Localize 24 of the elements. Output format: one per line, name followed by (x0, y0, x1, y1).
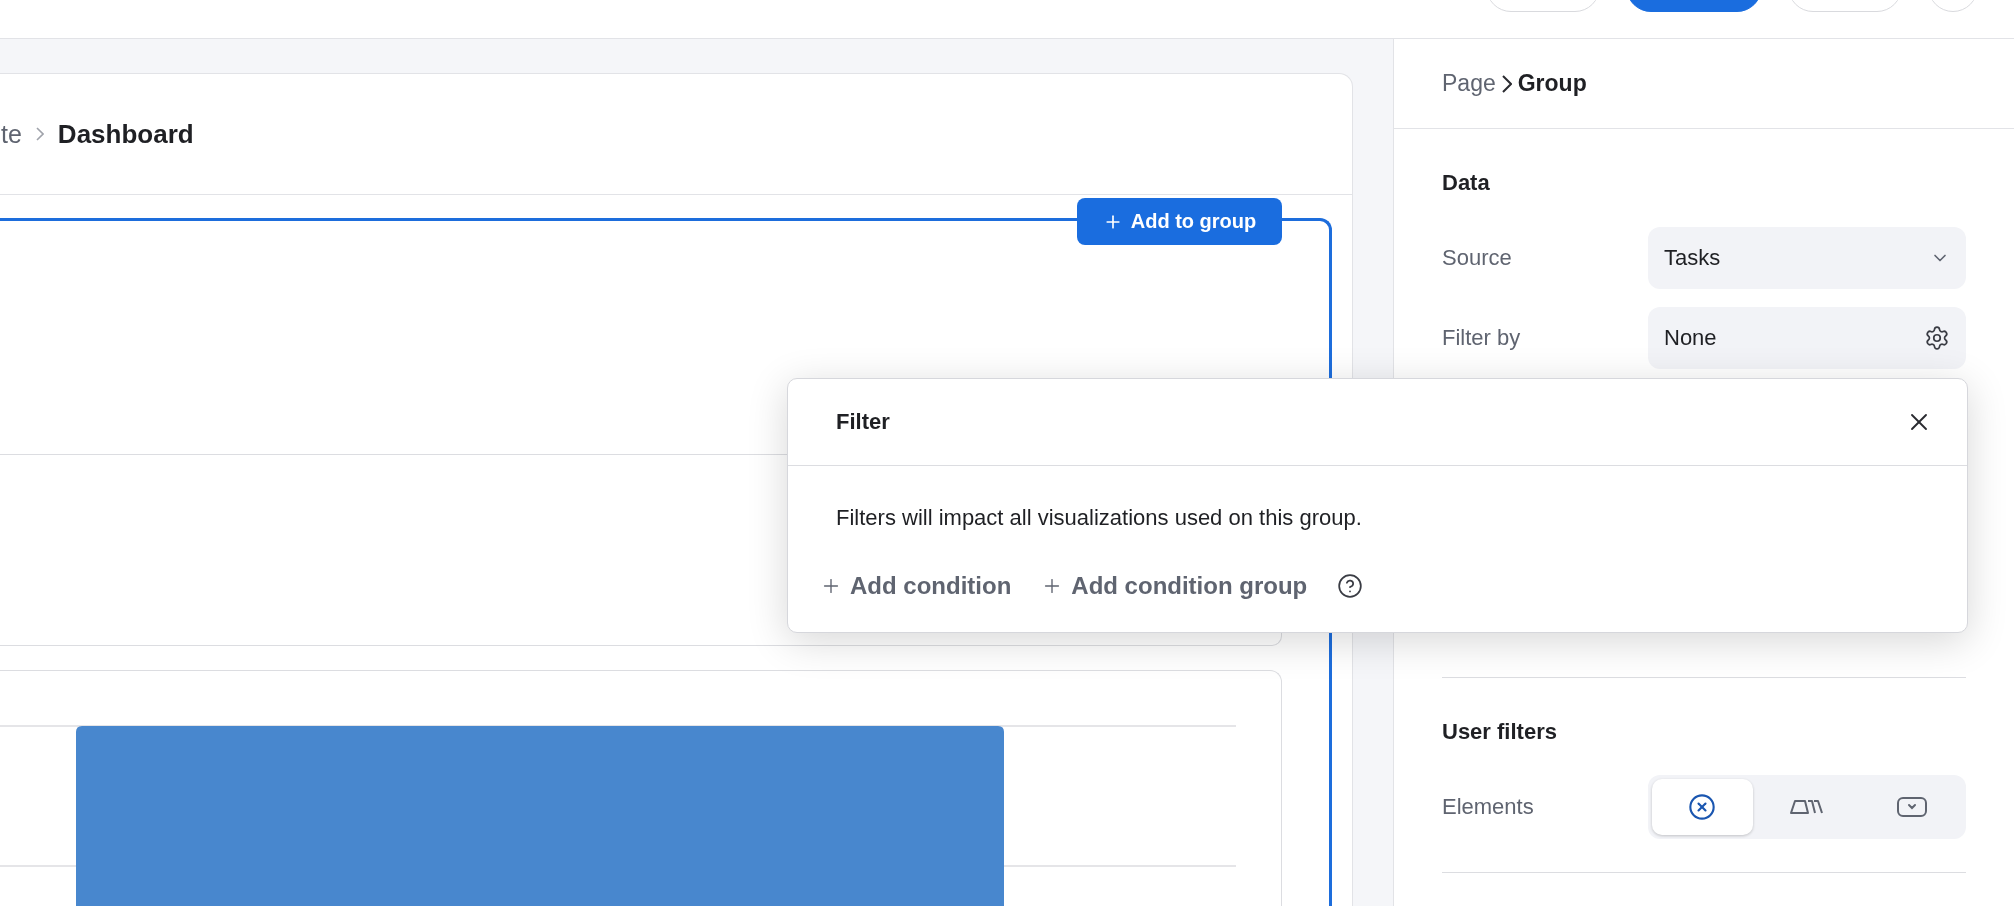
filter-field[interactable]: None (1648, 307, 1966, 369)
source-select[interactable]: Tasks (1648, 227, 1966, 289)
dropdown-field-icon (1896, 797, 1927, 817)
breadcrumb-current: Dashboard (57, 118, 194, 150)
add-condition-button[interactable]: Add condition group (1041, 572, 1308, 600)
tabs-icon (1790, 799, 1824, 815)
settings-icon (1924, 325, 1950, 351)
clear-icon (1688, 793, 1717, 821)
field-label: Elements (1442, 794, 1535, 820)
field-label: Source (1442, 245, 1513, 271)
breadcrumb-link[interactable]: te (1, 119, 22, 149)
chevron-right-icon (1501, 74, 1512, 93)
section-title: Data (1442, 169, 1491, 197)
field-label: Filter by (1442, 325, 1522, 351)
segment-option[interactable] (1652, 779, 1753, 835)
popup-description: Filters will impact all visualizations used on this group. (836, 504, 1363, 532)
help-icon[interactable] (1337, 573, 1364, 599)
add-to-group-button[interactable]: Add to group (1077, 198, 1282, 245)
popup-title: Filter (836, 409, 890, 435)
section-title: User filters (1442, 718, 1558, 746)
breadcrumb-current: Group (1517, 70, 1587, 97)
chevron-right-icon (35, 127, 44, 141)
breadcrumb-link[interactable]: Page (1442, 70, 1496, 97)
add-condition-button[interactable]: Add condition (820, 572, 1012, 600)
